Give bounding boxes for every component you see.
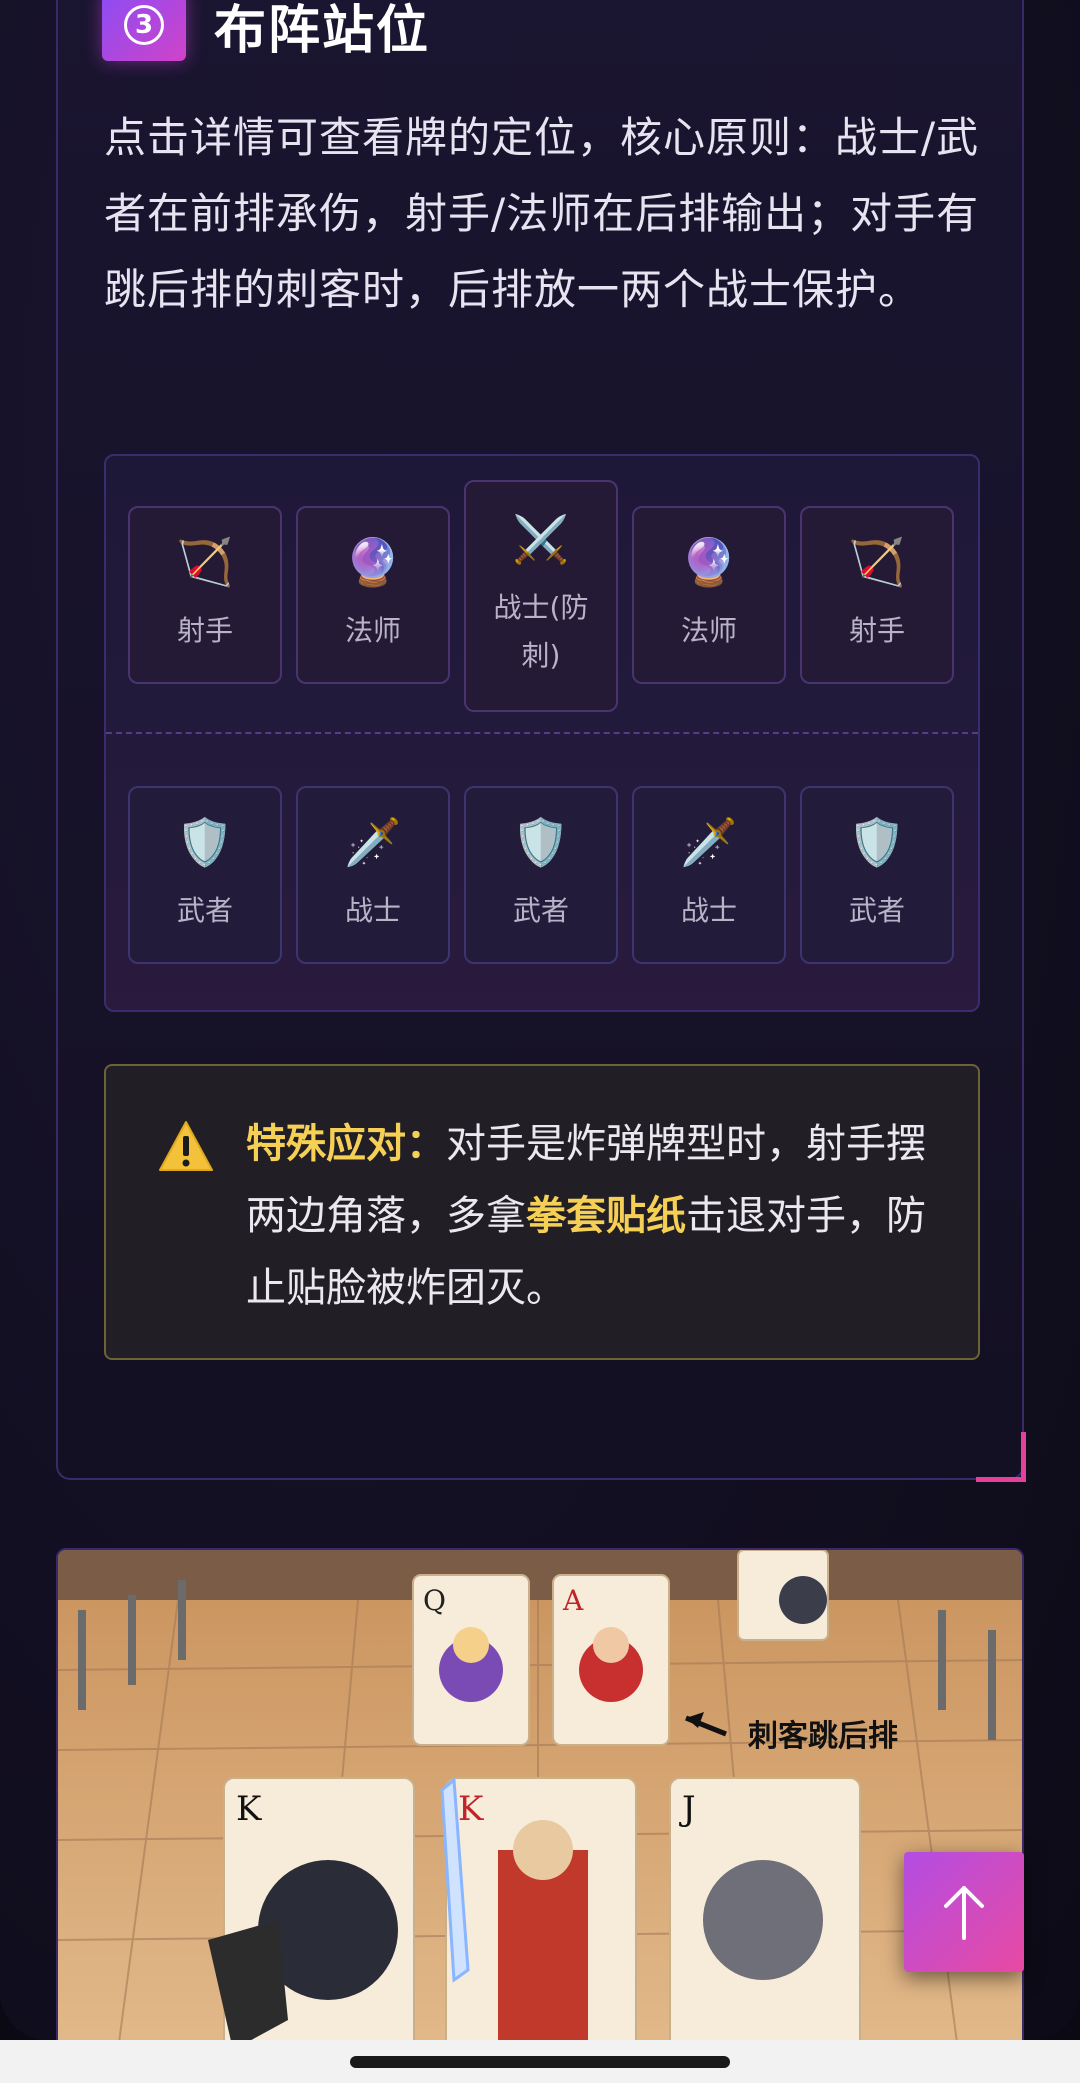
card-king-spades: K <box>208 1777 415 2040</box>
slot-label: 武者 <box>848 894 905 927</box>
slot-label: 战士 <box>680 894 737 927</box>
card-queen: Q <box>412 1574 530 1746</box>
shield-icon: 🛡️ <box>512 815 570 869</box>
shield-icon: 🛡️ <box>848 815 906 869</box>
row-divider <box>106 732 978 734</box>
slot-back-1[interactable]: 🏹 射手 <box>128 506 282 684</box>
arrow-up-icon <box>944 1886 984 1940</box>
crossed-swords-icon: ⚔️ <box>512 512 570 566</box>
card-king-hearts: K <box>445 1777 637 2040</box>
slot-label: 战士 <box>344 894 401 927</box>
formation-grid: 🏹 射手 🔮 法师 ⚔️ 战士(防刺) 🔮 法师 🏹 射手 🛡️ 武者 🗡️ 战… <box>104 454 980 1012</box>
slot-back-5[interactable]: 🏹 射手 <box>800 506 954 684</box>
bow-icon: 🏹 <box>848 535 906 589</box>
section-header: 3 布阵站位 <box>102 0 430 70</box>
dagger-icon: 🗡️ <box>344 815 402 869</box>
slot-back-4[interactable]: 🔮 法师 <box>632 506 786 684</box>
bow-icon: 🏹 <box>176 535 234 589</box>
slot-label: 法师 <box>344 614 401 647</box>
slot-front-2[interactable]: 🗡️ 战士 <box>296 786 450 964</box>
crystal-ball-icon: 🔮 <box>680 535 738 589</box>
card-label-k1: K <box>236 1789 262 1829</box>
battlefield-illustration: Q A 刺客跳后排 K K J <box>58 1550 1022 2040</box>
section-description: 点击详情可查看牌的定位，核心原则：战士/武者在前排承伤，射手/法师在后排输出；对… <box>104 113 980 314</box>
slot-front-3[interactable]: 🛡️ 武者 <box>464 786 618 964</box>
warning-icon <box>159 1121 213 1171</box>
special-tip-box: 特殊应对：对手是炸弹牌型时，射手摆两边角落，多拿拳套贴纸击退对手，防止贴脸被炸团… <box>104 1064 980 1360</box>
screen: 3 布阵站位 点击详情可查看牌的定位，核心原则：战士/武者在前排承伤，射手/法师… <box>0 0 1080 2040</box>
formation-illustration: Q A 刺客跳后排 K K J <box>56 1548 1024 2040</box>
card-label-j: J <box>679 1789 696 1829</box>
special-tip-highlight: 拳套贴纸 <box>526 1193 686 1239</box>
crystal-ball-icon: 🔮 <box>344 535 402 589</box>
slot-back-3[interactable]: ⚔️ 战士(防刺) <box>464 480 618 712</box>
slot-label: 射手 <box>848 614 905 647</box>
card-label-a: A <box>562 1584 584 1617</box>
dagger-icon: 🗡️ <box>680 815 738 869</box>
step-number: 3 <box>124 5 164 45</box>
special-tip-text: 特殊应对：对手是炸弹牌型时，射手摆两边角落，多拿拳套贴纸击退对手，防止贴脸被炸团… <box>246 1108 936 1324</box>
section-title: 布阵站位 <box>214 0 431 61</box>
slot-label: 武者 <box>512 894 569 927</box>
slot-front-5[interactable]: 🛡️ 武者 <box>800 786 954 964</box>
slot-front-4[interactable]: 🗡️ 战士 <box>632 786 786 964</box>
card-label-k2: K <box>458 1789 484 1829</box>
slot-label: 射手 <box>176 614 233 647</box>
slot-label: 法师 <box>680 614 737 647</box>
slot-front-1[interactable]: 🛡️ 武者 <box>128 786 282 964</box>
special-tip-label: 特殊应对： <box>246 1121 446 1167</box>
card-stack <box>737 1550 829 1641</box>
slot-label: 战士(防刺) <box>493 591 589 672</box>
card-ace: A <box>552 1574 670 1746</box>
assassin-annotation-text: 刺客跳后排 <box>748 1719 898 1753</box>
step-badge: 3 <box>102 0 186 61</box>
shield-icon: 🛡️ <box>176 815 234 869</box>
corner-accent <box>976 1432 1026 1482</box>
home-indicator[interactable] <box>350 2056 730 2068</box>
slot-label: 武者 <box>176 894 233 927</box>
card-label-q: Q <box>423 1584 446 1617</box>
card-jack: J <box>669 1777 861 2040</box>
slot-back-2[interactable]: 🔮 法师 <box>296 506 450 684</box>
formation-section-card: 3 布阵站位 点击详情可查看牌的定位，核心原则：战士/武者在前排承伤，射手/法师… <box>56 0 1026 1482</box>
scroll-to-top-button[interactable] <box>904 1852 1024 1972</box>
